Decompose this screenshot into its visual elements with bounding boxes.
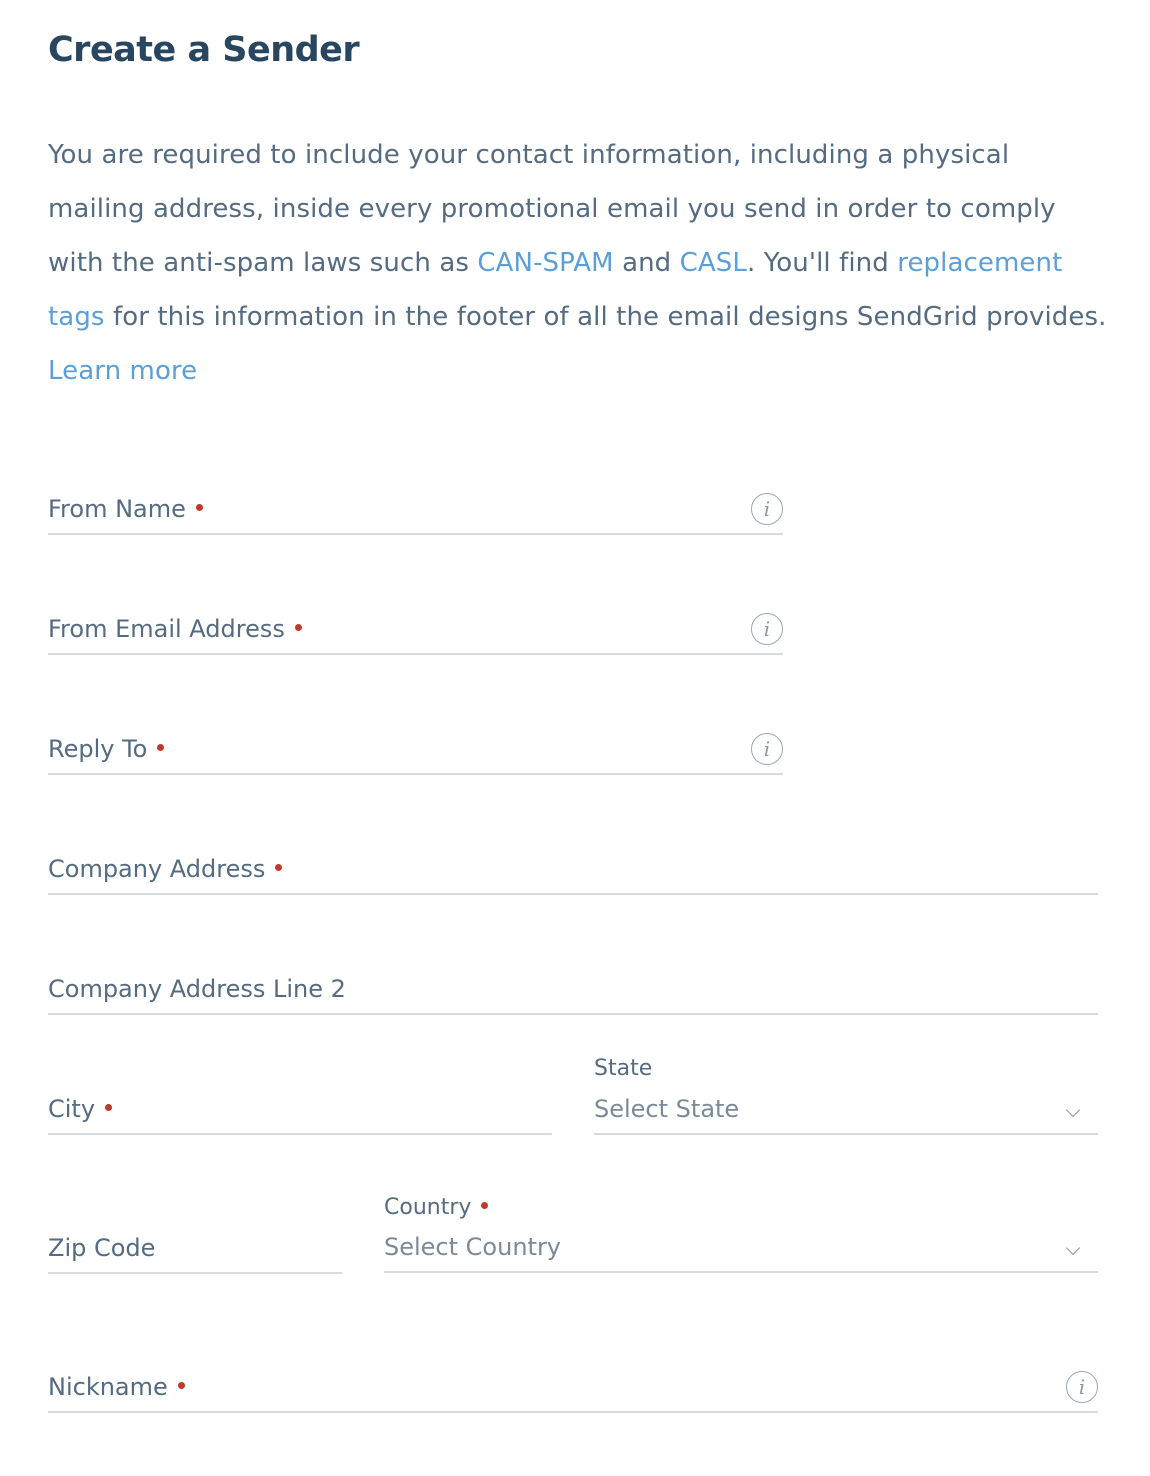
info-icon[interactable]: i bbox=[1066, 1371, 1098, 1403]
page-title: Create a Sender bbox=[48, 30, 360, 70]
zip-code-label: Zip Code bbox=[48, 1234, 156, 1262]
chevron-down-icon bbox=[1065, 1240, 1081, 1256]
country-select-value: Select Country bbox=[384, 1233, 562, 1261]
can-spam-link[interactable]: CAN-SPAM bbox=[477, 248, 613, 278]
state-label: State bbox=[594, 1056, 653, 1081]
company-address-line2-label: Company Address Line 2 bbox=[48, 975, 346, 1003]
required-indicator bbox=[105, 1103, 113, 1111]
reply-to-label: Reply To bbox=[48, 735, 165, 763]
company-address-line2-field[interactable]: Company Address Line 2 bbox=[48, 975, 1098, 1015]
country-select[interactable]: Select Country bbox=[384, 1233, 1098, 1273]
intro-text-and: and bbox=[613, 248, 680, 278]
nickname-label: Nickname bbox=[48, 1373, 185, 1401]
nickname-field[interactable]: Nickname i bbox=[48, 1371, 1098, 1413]
state-select[interactable]: Select State bbox=[594, 1095, 1098, 1135]
intro-text-3: for this information in the footer of al… bbox=[104, 302, 1107, 332]
intro-text-2: . You'll find bbox=[747, 248, 898, 278]
casl-link[interactable]: CASL bbox=[680, 248, 747, 278]
city-field[interactable]: City bbox=[48, 1095, 552, 1135]
required-indicator bbox=[481, 1201, 489, 1209]
chevron-down-icon bbox=[1065, 1102, 1081, 1118]
intro-paragraph: You are required to include your contact… bbox=[48, 128, 1110, 398]
required-indicator bbox=[294, 623, 302, 631]
required-indicator bbox=[177, 1381, 185, 1389]
required-indicator bbox=[157, 743, 165, 751]
zip-code-field[interactable]: Zip Code bbox=[48, 1234, 342, 1274]
create-sender-page: Create a Sender You are required to incl… bbox=[0, 0, 1150, 1476]
reply-to-field[interactable]: Reply To i bbox=[48, 733, 783, 775]
state-select-value: Select State bbox=[594, 1095, 740, 1123]
from-name-label: From Name bbox=[48, 495, 203, 523]
from-email-label: From Email Address bbox=[48, 615, 302, 643]
from-name-field[interactable]: From Name i bbox=[48, 493, 783, 535]
required-indicator bbox=[195, 503, 203, 511]
company-address-field[interactable]: Company Address bbox=[48, 855, 1098, 895]
info-icon[interactable]: i bbox=[751, 613, 783, 645]
country-label: Country bbox=[384, 1195, 489, 1220]
city-label: City bbox=[48, 1095, 113, 1123]
from-email-field[interactable]: From Email Address i bbox=[48, 613, 783, 655]
info-icon[interactable]: i bbox=[751, 493, 783, 525]
info-icon[interactable]: i bbox=[751, 733, 783, 765]
company-address-label: Company Address bbox=[48, 855, 283, 883]
required-indicator bbox=[275, 863, 283, 871]
learn-more-link[interactable]: Learn more bbox=[48, 356, 197, 386]
